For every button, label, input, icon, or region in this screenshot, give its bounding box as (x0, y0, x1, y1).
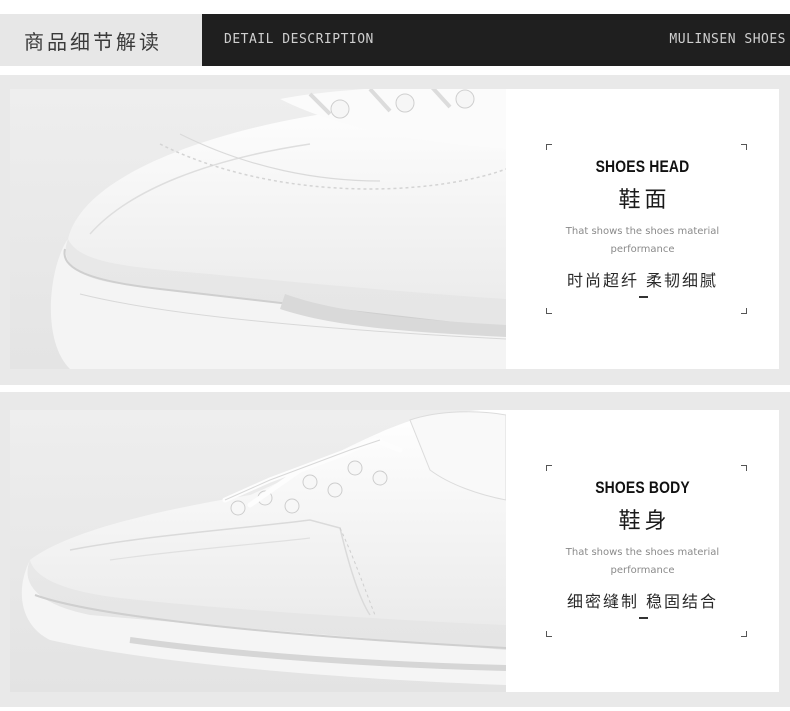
header-dark-bar: DETAIL DESCRIPTION MULINSEN SHOES (202, 14, 790, 66)
header-title-block: 商品细节解读 (0, 14, 202, 66)
detail-panel-body: SHOES BODY 鞋身 That shows the shoes mater… (0, 392, 790, 707)
detail-card-head: SHOES HEAD 鞋面 That shows the shoes mater… (506, 89, 779, 369)
corner-bracket (741, 144, 747, 150)
corner-bracket (546, 308, 552, 314)
detail-card-body: SHOES BODY 鞋身 That shows the shoes mater… (506, 410, 779, 692)
detail-panel-head: SHOES HEAD 鞋面 That shows the shoes mater… (0, 75, 790, 385)
detail-header: 商品细节解读 DETAIL DESCRIPTION MULINSEN SHOES (0, 14, 790, 66)
section-description: 细密缝制 稳固结合 (566, 592, 719, 611)
section-title: SHOES HEAD (595, 157, 690, 176)
corner-bracket (546, 631, 552, 637)
section-title-cn: 鞋身 (618, 509, 671, 534)
corner-bracket (546, 465, 552, 471)
section-subtitle: That shows the shoes material performanc… (565, 226, 720, 255)
corner-bracket (741, 308, 747, 314)
section-subtitle: That shows the shoes material performanc… (565, 547, 720, 576)
section-title-cn: 鞋面 (618, 188, 671, 213)
section-divider (638, 296, 648, 298)
section-title: SHOES BODY (595, 478, 690, 497)
header-brand: MULINSEN SHOES (669, 32, 786, 47)
header-description-label: DETAIL DESCRIPTION (224, 32, 374, 47)
corner-bracket (741, 465, 747, 471)
corner-bracket (546, 144, 552, 150)
shoe-toe-photo (10, 89, 506, 369)
shoe-side-photo (10, 410, 506, 692)
section-description: 时尚超纤 柔韧细腻 (566, 271, 719, 290)
header-title: 商品细节解读 (24, 29, 162, 54)
corner-bracket (741, 631, 747, 637)
section-divider (638, 617, 648, 619)
